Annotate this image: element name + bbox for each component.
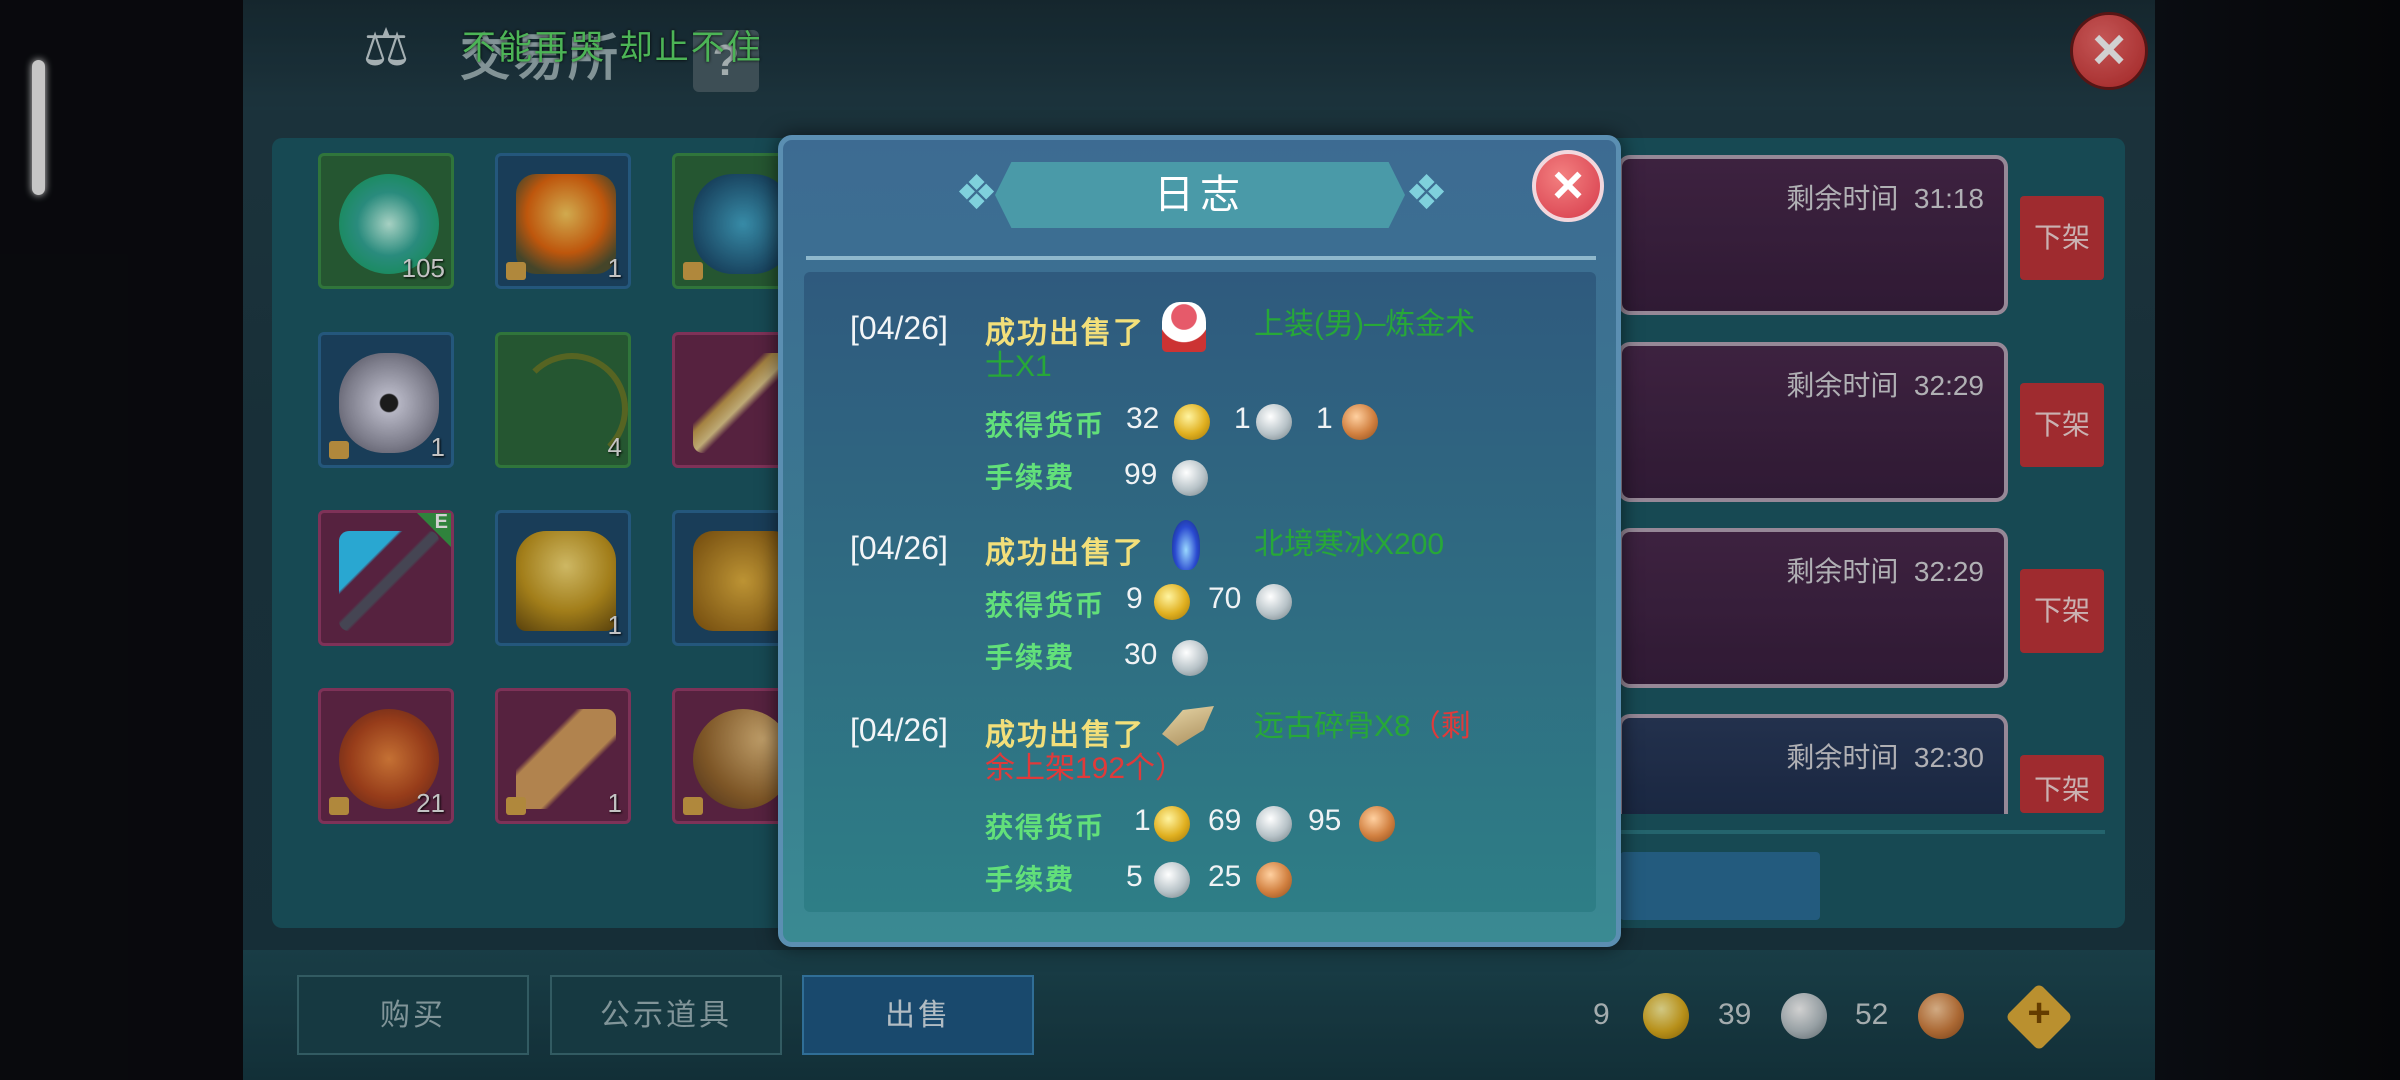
log-close-button[interactable]: × — [1532, 150, 1604, 222]
income-gold: 32 — [1126, 402, 1160, 435]
income-silver: 70 — [1208, 582, 1242, 615]
copper-coin-icon — [1359, 806, 1395, 842]
entry-item-name: 上装(男)─炼金术 — [1254, 308, 1476, 341]
gold-coin-icon — [1154, 806, 1190, 842]
entry-date: [04/26] — [850, 530, 948, 566]
income-copper: 95 — [1308, 804, 1342, 837]
fee-label: 手续费 — [985, 462, 1076, 493]
entry-action: 成功出售了 — [985, 537, 1145, 570]
bone-item-icon — [1162, 706, 1214, 746]
ice-crystal-item-icon — [1172, 520, 1200, 570]
income-copper: 1 — [1316, 402, 1333, 435]
silver-coin-icon — [1256, 806, 1292, 842]
silver-coin-icon — [1172, 640, 1208, 676]
copper-coin-icon — [1256, 862, 1292, 898]
fee-copper: 25 — [1208, 860, 1242, 893]
silver-coin-icon — [1256, 584, 1292, 620]
income-silver: 69 — [1208, 804, 1242, 837]
costume-item-icon — [1162, 302, 1206, 352]
gold-coin-icon — [1174, 404, 1210, 440]
ornament-swirl-icon: ❖ — [955, 167, 999, 220]
fee-silver: 30 — [1124, 638, 1158, 671]
remaining-quantity-cont: 余上架192个） — [985, 752, 1186, 785]
ornament-swirl-icon: ❖ — [1405, 167, 1449, 220]
log-list[interactable]: [04/26] 成功出售了 上装(男)─炼金术 士X1 获得货币 32 1 1 … — [804, 272, 1596, 912]
entry-date: [04/26] — [850, 310, 948, 346]
income-label: 获得货币 — [985, 410, 1106, 441]
entry-item-name: 远古碎骨X8（剩 — [1254, 710, 1471, 743]
income-label: 获得货币 — [985, 812, 1106, 843]
fee-label: 手续费 — [985, 864, 1076, 895]
gold-coin-icon — [1154, 584, 1190, 620]
income-label: 获得货币 — [985, 590, 1106, 621]
income-gold: 9 — [1126, 582, 1143, 615]
remaining-quantity: （剩 — [1410, 710, 1471, 743]
entry-item-name-cont: 士X1 — [985, 350, 1052, 383]
entry-item-name: 北境寒冰X200 — [1254, 528, 1445, 561]
fee-silver: 5 — [1126, 860, 1143, 893]
silver-coin-icon — [1256, 404, 1292, 440]
log-title: 日志 — [1154, 173, 1246, 217]
income-gold: 1 — [1134, 804, 1151, 837]
income-silver: 1 — [1234, 402, 1251, 435]
entry-date: [04/26] — [850, 712, 948, 748]
silver-coin-icon — [1172, 460, 1208, 496]
fee-silver: 99 — [1124, 458, 1158, 491]
log-divider — [806, 256, 1596, 260]
fee-label: 手续费 — [985, 642, 1076, 673]
silver-coin-icon — [1154, 862, 1190, 898]
copper-coin-icon — [1342, 404, 1378, 440]
